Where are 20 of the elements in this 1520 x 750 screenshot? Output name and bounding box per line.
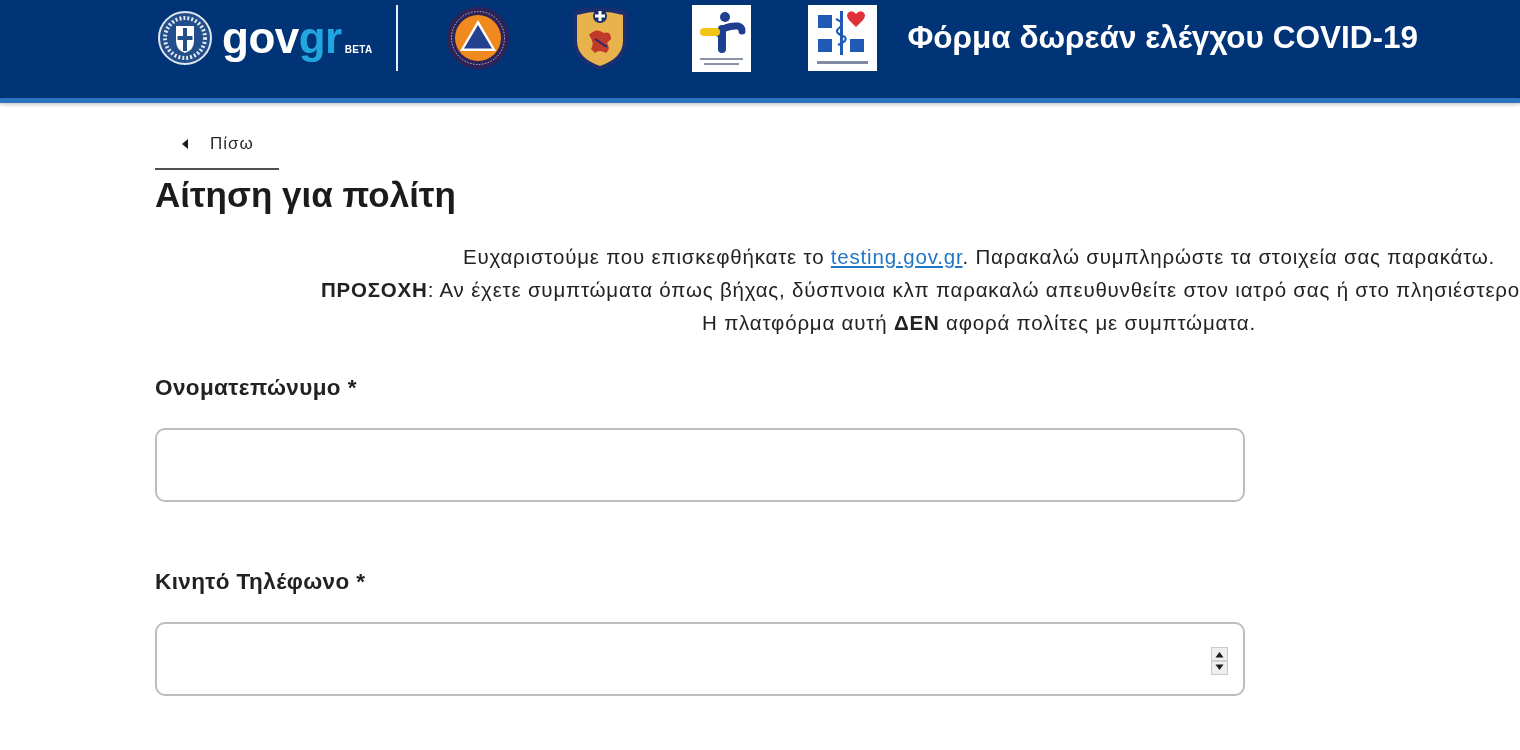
notice-text: Η πλατφόρμα αυτή ΔΕΝ αφορά πολίτες με συμπτώματα. — [702, 309, 1256, 336]
field-label: Ονοματεπώνυμο * — [155, 373, 357, 402]
beta-tag: BETA — [344, 42, 373, 57]
text-input[interactable] — [155, 427, 1245, 502]
triangle-emblem-icon — [446, 5, 511, 71]
welcome-text: Ευχαριστούμε που επισκεφθήκατε το testing.gov.gr. Παρακαλώ συμπληρώστε τα στοιχεία σας παρακάτω. — [462, 243, 1496, 270]
heart-cross-logo-icon — [808, 5, 878, 71]
brand-name: govgr — [222, 16, 342, 60]
shield-emblem-icon — [158, 11, 212, 65]
figure-logo-icon — [692, 4, 752, 72]
number-input[interactable] — [155, 621, 1245, 696]
shield-badge-icon — [571, 5, 630, 71]
site-link[interactable]: testing.gov.gr — [830, 244, 963, 268]
stepper-icon[interactable] — [1211, 646, 1228, 675]
back-link[interactable]: Πίσω — [155, 123, 279, 170]
page-heading: Αίτηση για πολίτη — [155, 173, 456, 216]
caret-icon — [182, 138, 188, 149]
warning-text: ΠΡΟΣΟΧΗ: Αν έχετε συμπτώματα όπως βήχας, δύσπνοια κλπ παρακαλώ απευθυνθείτε στον ιατρό σας ή στο πλησιέστερο — [320, 276, 1520, 303]
page-title: Φόρμα δωρεάν ελέγχου COVID-19 — [907, 19, 1418, 57]
field-label: Κινητό Τηλέφωνο * — [155, 567, 366, 596]
